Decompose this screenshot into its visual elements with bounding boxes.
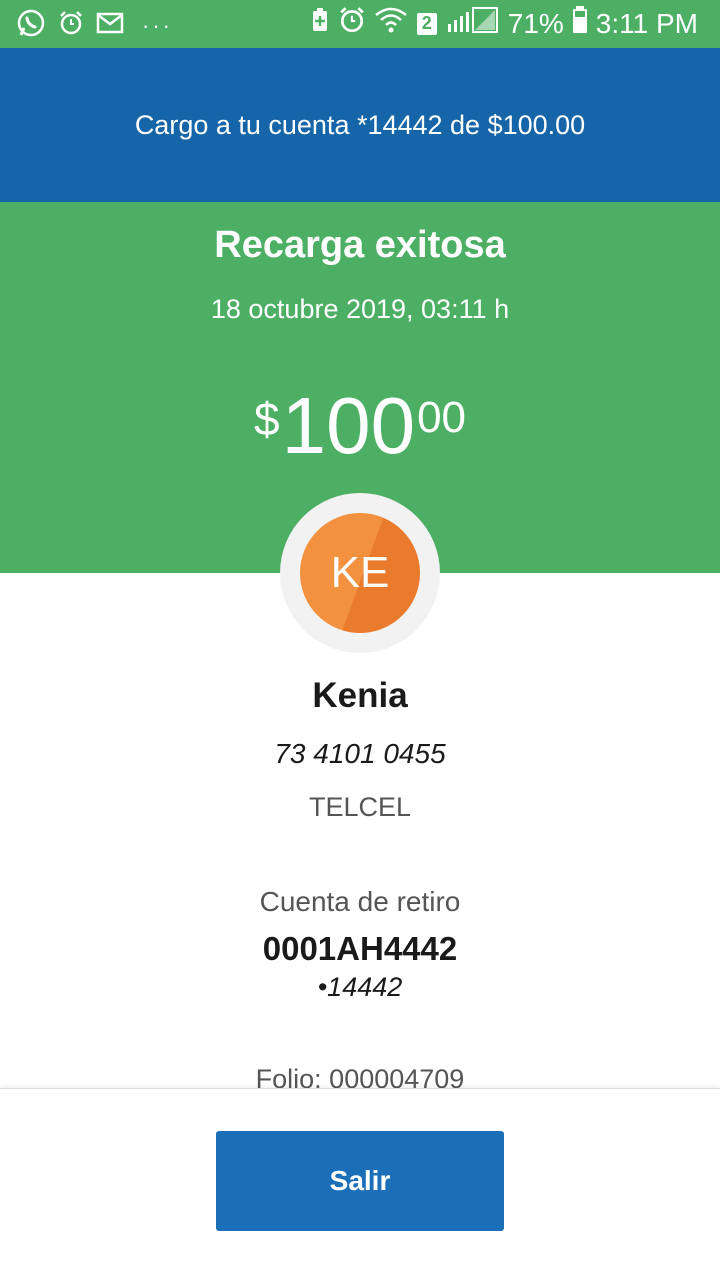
battery-saver-icon xyxy=(310,7,330,40)
withdrawal-account-short: •14442 xyxy=(317,972,403,1002)
charge-notification-banner: Cargo a tu cuenta *14442 de $100.00 xyxy=(0,48,720,202)
clock: 3:11 PM xyxy=(595,7,698,39)
contact-name: Kenia xyxy=(312,676,408,715)
avatar: KE xyxy=(300,513,420,633)
carrier-name: TELCEL xyxy=(308,792,412,822)
signal-icon xyxy=(446,6,500,41)
bottom-action-bar: Salir xyxy=(0,1088,720,1281)
status-bar-right: 2 71% 3:11 PM xyxy=(310,6,698,41)
withdrawal-account-label: Cuenta de retiro xyxy=(259,886,461,917)
transaction-amount: $ 100 00 xyxy=(0,386,720,466)
avatar-initials: KE xyxy=(330,548,390,597)
battery-icon xyxy=(572,6,588,41)
contact-phone: 73 4101 0455 xyxy=(274,738,446,769)
whatsapp-icon xyxy=(16,8,46,43)
battery-percentage: 71% xyxy=(507,7,564,39)
mail-icon xyxy=(96,11,124,40)
charge-notification-text: Cargo a tu cuenta *14442 de $100.00 xyxy=(134,109,586,140)
amount-decimals: 00 xyxy=(417,393,467,442)
sim-2-badge: 2 xyxy=(416,12,438,36)
amount-currency: $ xyxy=(253,393,280,445)
status-bar: ··· 2 71% 3:11 PM xyxy=(0,0,720,48)
alarm-icon xyxy=(338,6,366,41)
alarm-icon xyxy=(58,10,84,41)
exit-button[interactable]: Salir xyxy=(216,1131,504,1231)
transaction-date: 18 octubre 2019, 03:11 h xyxy=(210,294,510,324)
wifi-icon xyxy=(374,6,408,41)
amount-integer: 100 xyxy=(281,381,416,470)
withdrawal-account-number: 0001AH4442 xyxy=(262,930,458,967)
status-bar-left: ··· xyxy=(16,8,173,43)
success-title: Recarga exitosa xyxy=(214,224,506,266)
avatar-ring: KE xyxy=(280,493,440,653)
more-notifications-icon: ··· xyxy=(142,12,173,38)
